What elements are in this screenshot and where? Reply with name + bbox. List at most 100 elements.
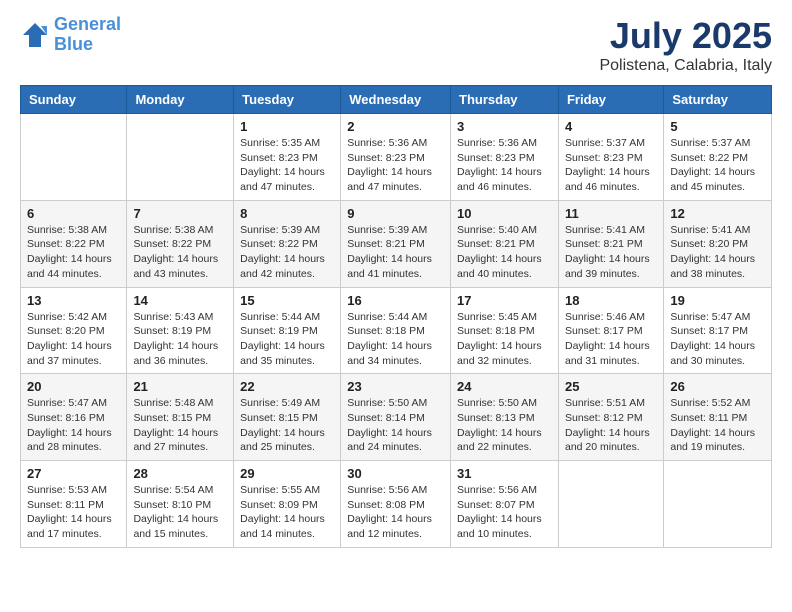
calendar-cell: 21Sunrise: 5:48 AM Sunset: 8:15 PM Dayli…: [127, 374, 234, 461]
calendar-table: SundayMondayTuesdayWednesdayThursdayFrid…: [20, 85, 772, 548]
day-number: 15: [240, 293, 334, 308]
calendar-cell: 2Sunrise: 5:36 AM Sunset: 8:23 PM Daylig…: [341, 114, 451, 201]
calendar-cell: 19 Sunrise: 5:47 AM Sunset: 8:17 PM Dayli…: [664, 287, 772, 374]
day-number: 6: [27, 206, 120, 221]
day-number: 12: [670, 206, 765, 221]
calendar-cell: 26 Sunrise: 5:52 AM Sunset: 8:11 PM Dayli…: [664, 374, 772, 461]
day-number: 31: [457, 466, 552, 481]
day-number: 14: [133, 293, 227, 308]
cell-info: Sunrise: 5:38 AM Sunset: 8:22 PM Dayligh…: [133, 223, 227, 282]
cell-info: Sunrise: 5:50 AM Sunset: 8:14 PM Dayligh…: [347, 396, 444, 455]
calendar-cell: 15 Sunrise: 5:44 AM Sunset: 8:19 PM Dayli…: [234, 287, 341, 374]
day-number: 18: [565, 293, 657, 308]
week-row-1: 1 Sunrise: 5:35 AM Sunset: 8:23 PM Daylig…: [21, 114, 772, 201]
day-number: 16: [347, 293, 444, 308]
week-row-5: 27 Sunrise: 5:53 AM Sunset: 8:11 PM Dayli…: [21, 461, 772, 548]
day-number: 5: [670, 119, 765, 134]
week-row-4: 20 Sunrise: 5:47 AM Sunset: 8:16 PM Dayli…: [21, 374, 772, 461]
weekday-wednesday: Wednesday: [341, 86, 451, 114]
weekday-saturday: Saturday: [664, 86, 772, 114]
cell-info: Sunrise: 5:36 AM Sunset: 8:23 PM Dayligh…: [457, 136, 552, 195]
cell-info: Sunrise: 5:53 AM Sunset: 8:11 PM Dayligh…: [27, 483, 120, 542]
day-number: 7: [133, 206, 227, 221]
calendar-cell: 25Sunrise: 5:51 AM Sunset: 8:12 PM Dayli…: [558, 374, 663, 461]
calendar-title: July 2025: [599, 15, 772, 57]
cell-info: Sunrise: 5:54 AM Sunset: 8:10 PM Dayligh…: [133, 483, 227, 542]
cell-info: Sunrise: 5:48 AM Sunset: 8:15 PM Dayligh…: [133, 396, 227, 455]
title-block: July 2025 Polistena, Calabria, Italy: [599, 15, 772, 75]
cell-info: Sunrise: 5:43 AM Sunset: 8:19 PM Dayligh…: [133, 310, 227, 369]
cell-info: Sunrise: 5:50 AM Sunset: 8:13 PM Dayligh…: [457, 396, 552, 455]
cell-info: Sunrise: 5:45 AM Sunset: 8:18 PM Dayligh…: [457, 310, 552, 369]
cell-info: Sunrise: 5:37 AM Sunset: 8:22 PM Dayligh…: [670, 136, 765, 195]
day-number: 20: [27, 379, 120, 394]
calendar-cell: 27 Sunrise: 5:53 AM Sunset: 8:11 PM Dayli…: [21, 461, 127, 548]
weekday-monday: Monday: [127, 86, 234, 114]
calendar-cell: 6 Sunrise: 5:38 AM Sunset: 8:22 PM Daylig…: [21, 200, 127, 287]
weekday-header-row: SundayMondayTuesdayWednesdayThursdayFrid…: [21, 86, 772, 114]
weekday-tuesday: Tuesday: [234, 86, 341, 114]
week-row-3: 13Sunrise: 5:42 AM Sunset: 8:20 PM Dayli…: [21, 287, 772, 374]
day-number: 3: [457, 119, 552, 134]
day-number: 22: [240, 379, 334, 394]
day-number: 24: [457, 379, 552, 394]
day-number: 10: [457, 206, 552, 221]
calendar-cell: 29 Sunrise: 5:55 AM Sunset: 8:09 PM Dayli…: [234, 461, 341, 548]
cell-info: Sunrise: 5:37 AM Sunset: 8:23 PM Dayligh…: [565, 136, 657, 195]
cell-info: Sunrise: 5:38 AM Sunset: 8:22 PM Dayligh…: [27, 223, 120, 282]
cell-info: Sunrise: 5:55 AM Sunset: 8:09 PM Dayligh…: [240, 483, 334, 542]
header: General Blue July 2025 Polistena, Calabr…: [20, 15, 772, 75]
cell-info: Sunrise: 5:56 AM Sunset: 8:08 PM Dayligh…: [347, 483, 444, 542]
calendar-cell: [664, 461, 772, 548]
day-number: 17: [457, 293, 552, 308]
cell-info: Sunrise: 5:46 AM Sunset: 8:17 PM Dayligh…: [565, 310, 657, 369]
day-number: 30: [347, 466, 444, 481]
calendar-cell: 31 Sunrise: 5:56 AM Sunset: 8:07 PM Dayli…: [451, 461, 559, 548]
calendar-cell: 7 Sunrise: 5:38 AM Sunset: 8:22 PM Daylig…: [127, 200, 234, 287]
cell-info: Sunrise: 5:44 AM Sunset: 8:19 PM Dayligh…: [240, 310, 334, 369]
calendar-cell: 1 Sunrise: 5:35 AM Sunset: 8:23 PM Daylig…: [234, 114, 341, 201]
day-number: 11: [565, 206, 657, 221]
logo-icon: [20, 20, 50, 50]
calendar-cell: 5 Sunrise: 5:37 AM Sunset: 8:22 PM Daylig…: [664, 114, 772, 201]
cell-info: Sunrise: 5:52 AM Sunset: 8:11 PM Dayligh…: [670, 396, 765, 455]
calendar-cell: 22Sunrise: 5:49 AM Sunset: 8:15 PM Dayli…: [234, 374, 341, 461]
cell-info: Sunrise: 5:56 AM Sunset: 8:07 PM Dayligh…: [457, 483, 552, 542]
day-number: 27: [27, 466, 120, 481]
cell-info: Sunrise: 5:47 AM Sunset: 8:17 PM Dayligh…: [670, 310, 765, 369]
weekday-thursday: Thursday: [451, 86, 559, 114]
calendar-cell: 13Sunrise: 5:42 AM Sunset: 8:20 PM Dayli…: [21, 287, 127, 374]
cell-info: Sunrise: 5:40 AM Sunset: 8:21 PM Dayligh…: [457, 223, 552, 282]
cell-info: Sunrise: 5:42 AM Sunset: 8:20 PM Dayligh…: [27, 310, 120, 369]
day-number: 1: [240, 119, 334, 134]
calendar-subtitle: Polistena, Calabria, Italy: [599, 57, 772, 75]
page: General Blue July 2025 Polistena, Calabr…: [0, 0, 792, 563]
calendar-cell: 20 Sunrise: 5:47 AM Sunset: 8:16 PM Dayli…: [21, 374, 127, 461]
cell-info: Sunrise: 5:39 AM Sunset: 8:22 PM Dayligh…: [240, 223, 334, 282]
logo: General Blue: [20, 15, 121, 55]
cell-info: Sunrise: 5:35 AM Sunset: 8:23 PM Dayligh…: [240, 136, 334, 195]
calendar-cell: 30 Sunrise: 5:56 AM Sunset: 8:08 PM Dayli…: [341, 461, 451, 548]
day-number: 4: [565, 119, 657, 134]
week-row-2: 6 Sunrise: 5:38 AM Sunset: 8:22 PM Daylig…: [21, 200, 772, 287]
day-number: 19: [670, 293, 765, 308]
day-number: 9: [347, 206, 444, 221]
cell-info: Sunrise: 5:51 AM Sunset: 8:12 PM Dayligh…: [565, 396, 657, 455]
cell-info: Sunrise: 5:36 AM Sunset: 8:23 PM Dayligh…: [347, 136, 444, 195]
calendar-cell: 8Sunrise: 5:39 AM Sunset: 8:22 PM Daylig…: [234, 200, 341, 287]
calendar-cell: 4 Sunrise: 5:37 AM Sunset: 8:23 PM Daylig…: [558, 114, 663, 201]
cell-info: Sunrise: 5:41 AM Sunset: 8:20 PM Dayligh…: [670, 223, 765, 282]
cell-info: Sunrise: 5:47 AM Sunset: 8:16 PM Dayligh…: [27, 396, 120, 455]
calendar-cell: [558, 461, 663, 548]
calendar-cell: 12 Sunrise: 5:41 AM Sunset: 8:20 PM Dayli…: [664, 200, 772, 287]
calendar-cell: 16Sunrise: 5:44 AM Sunset: 8:18 PM Dayli…: [341, 287, 451, 374]
day-number: 29: [240, 466, 334, 481]
logo-general: General: [54, 14, 121, 34]
weekday-sunday: Sunday: [21, 86, 127, 114]
logo-blue: Blue: [54, 34, 93, 54]
day-number: 28: [133, 466, 227, 481]
logo-text: General Blue: [54, 15, 121, 55]
calendar-cell: 23Sunrise: 5:50 AM Sunset: 8:14 PM Dayli…: [341, 374, 451, 461]
day-number: 26: [670, 379, 765, 394]
calendar-cell: 28 Sunrise: 5:54 AM Sunset: 8:10 PM Dayli…: [127, 461, 234, 548]
